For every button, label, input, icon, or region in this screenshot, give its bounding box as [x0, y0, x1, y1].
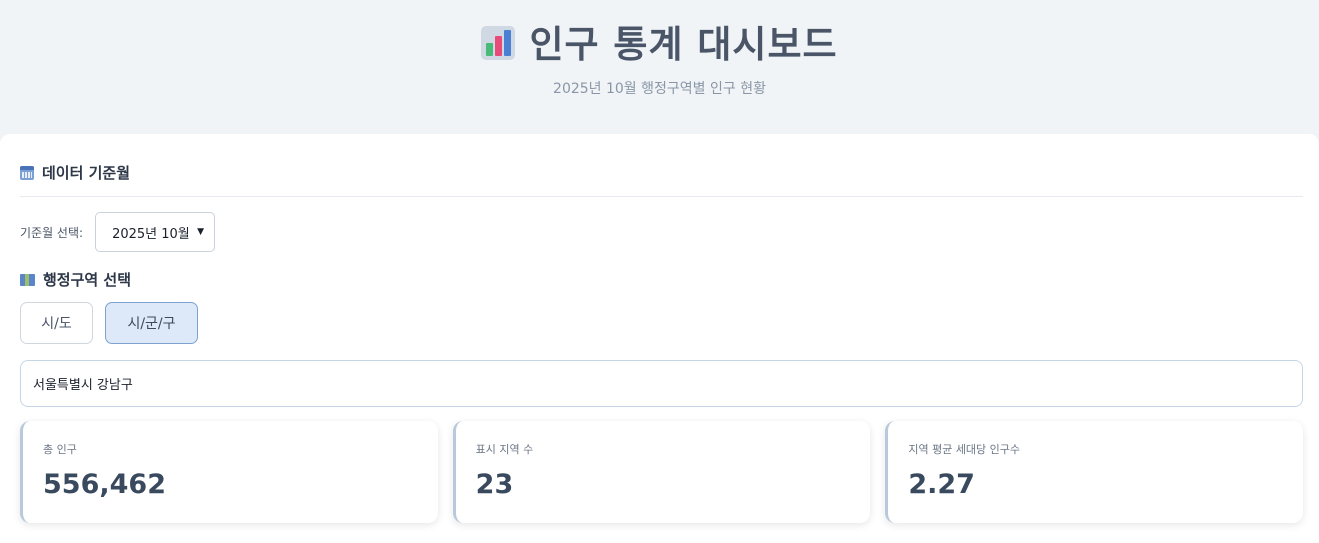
- month-select[interactable]: 2025년 10월 ▼: [95, 212, 216, 252]
- month-select-row: 기준월 선택: 2025년 10월 ▼: [20, 212, 216, 252]
- region-title-text: 행정구역 선택: [43, 271, 132, 289]
- divider: [20, 196, 1303, 197]
- map-icon: [20, 273, 35, 286]
- stat-card-total-population: 총 인구 556,462: [20, 421, 438, 523]
- stats-cards: 총 인구 556,462 표시 지역 수 23 지역 평균 세대당 인구수 2.…: [20, 421, 1304, 523]
- toggle-sigungu-button[interactable]: 시/군/구: [105, 302, 198, 344]
- stat-card-avg-household: 지역 평균 세대당 인구수 2.27: [885, 421, 1304, 523]
- toggle-sido-button[interactable]: 시/도: [20, 302, 93, 344]
- stat-value: 23: [475, 469, 514, 500]
- region-section-title: 행정구역 선택: [20, 269, 131, 290]
- chevron-down-icon: ▼: [197, 227, 205, 237]
- stat-value: 556,462: [43, 469, 166, 500]
- page-subtitle: 2025년 10월 행정구역별 인구 현황: [553, 81, 766, 97]
- bar-chart-icon: [481, 26, 516, 60]
- data-month-title-text: 데이터 기준월: [42, 164, 131, 182]
- month-select-label: 기준월 선택:: [20, 225, 84, 240]
- title-row: 인구 통계 대시보드: [0, 14, 1319, 68]
- stat-label: 표시 지역 수: [475, 443, 534, 456]
- month-select-value: 2025년 10월: [112, 226, 190, 242]
- stat-value: 2.27: [908, 469, 975, 500]
- region-level-toggle-group: 시/도 시/군/구: [20, 302, 198, 344]
- page-title: 인구 통계 대시보드: [529, 23, 838, 66]
- data-month-section-title: 데이터 기준월: [20, 162, 130, 183]
- stat-card-region-count: 표시 지역 수 23: [452, 421, 871, 523]
- header: 인구 통계 대시보드 2025년 10월 행정구역별 인구 현황: [0, 0, 1319, 134]
- stat-label: 총 인구: [43, 443, 77, 456]
- calendar-icon: [20, 165, 34, 180]
- region-search-input[interactable]: [20, 360, 1303, 407]
- stat-label: 지역 평균 세대당 인구수: [908, 443, 1021, 456]
- main-panel: 데이터 기준월 기준월 선택: 2025년 10월 ▼ 행정구역 선택 시/도 …: [0, 134, 1319, 543]
